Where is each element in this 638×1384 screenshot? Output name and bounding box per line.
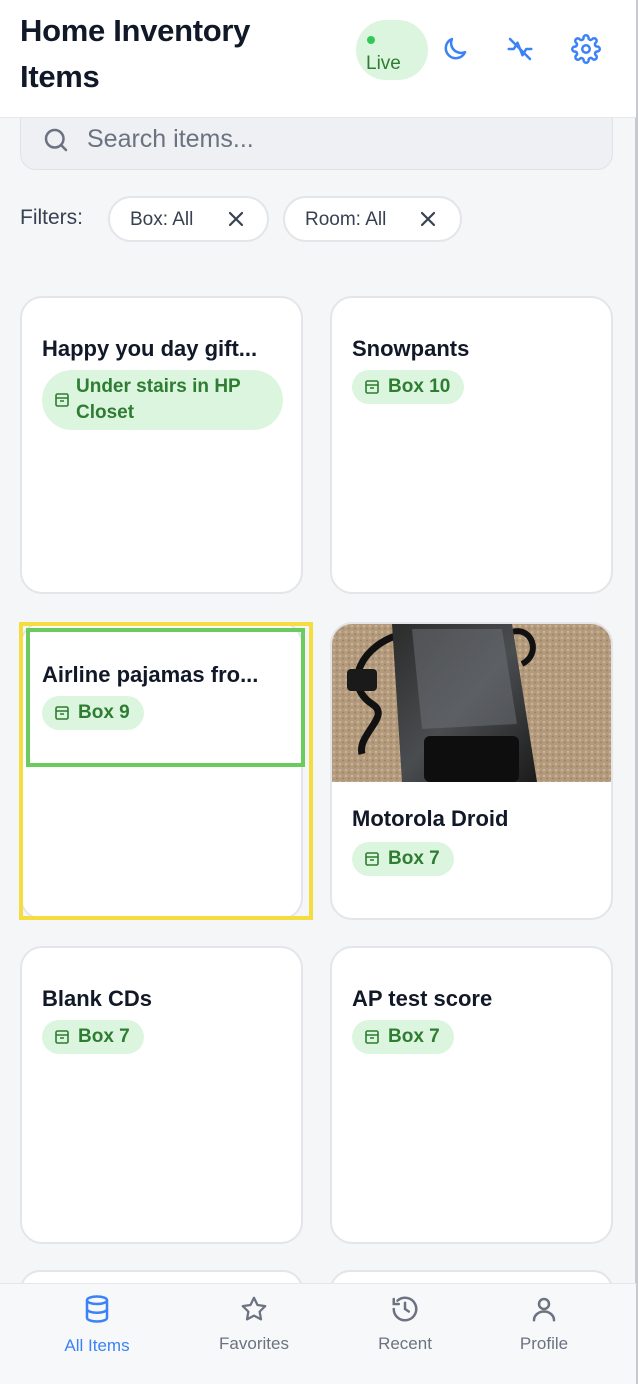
bottom-navigation: All Items Favorites Recent Profile <box>0 1283 636 1384</box>
location-badge: Box 10 <box>352 370 465 404</box>
app-header: Home Inventory Items Live <box>0 0 636 118</box>
filters-label: Filters: <box>20 206 83 229</box>
location-label: Box 7 <box>388 848 440 869</box>
chip-label: Room: All <box>305 209 387 230</box>
database-icon <box>85 1295 109 1323</box>
location-label: Under stairs in HP Closet <box>76 376 241 423</box>
nav-profile[interactable]: Profile <box>489 1284 599 1384</box>
nav-favorites[interactable]: Favorites <box>199 1284 309 1384</box>
item-title: Snowpants <box>352 336 470 361</box>
room-filter-chip[interactable]: Room: All <box>283 196 462 242</box>
location-label: Box 10 <box>388 376 451 397</box>
user-icon <box>532 1297 556 1322</box>
item-title: Happy you day gift... <box>42 336 258 361</box>
box-icon <box>55 393 69 407</box>
close-icon[interactable] <box>224 207 248 231</box>
box-icon <box>55 1030 69 1044</box>
moon-icon[interactable] <box>440 34 470 64</box>
item-title: AP test score <box>352 986 493 1011</box>
box-icon <box>365 380 379 394</box>
live-status-badge: Live <box>356 20 428 80</box>
chip-label: Box: All <box>130 209 194 230</box>
search-icon <box>44 128 68 152</box>
nav-recent[interactable]: Recent <box>350 1284 460 1384</box>
nav-label: Recent <box>378 1334 432 1353</box>
box-icon <box>365 852 379 866</box>
item-title: Motorola Droid <box>352 806 509 831</box>
close-icon[interactable] <box>416 207 440 231</box>
nav-label: Favorites <box>219 1334 289 1353</box>
location-label: Box 7 <box>78 1026 130 1047</box>
nav-label: All Items <box>64 1336 130 1355</box>
gear-icon[interactable] <box>571 34 601 64</box>
location-badge: Box 7 <box>42 1020 144 1054</box>
live-dot-icon <box>367 36 375 44</box>
item-card[interactable]: Snowpants Box 10 <box>330 296 613 594</box>
location-badge: Box 7 <box>352 842 454 876</box>
item-card[interactable]: AP test score Box 7 <box>330 946 613 1244</box>
location-label: Box 7 <box>388 1026 440 1047</box>
page-title: Home Inventory Items <box>20 13 251 94</box>
live-label: Live <box>366 53 401 74</box>
box-filter-chip[interactable]: Box: All <box>108 196 269 242</box>
item-card[interactable]: Motorola Droid Box 7 <box>330 622 613 920</box>
star-icon <box>241 1296 267 1321</box>
highlight-outline <box>26 628 305 767</box>
location-badge: Box 7 <box>352 1020 454 1054</box>
item-photo <box>332 624 611 782</box>
search-input[interactable] <box>87 119 587 159</box>
history-icon <box>392 1296 418 1322</box>
nav-label: Profile <box>519 1334 569 1353</box>
search-bar[interactable] <box>20 110 613 170</box>
box-icon <box>365 1030 379 1044</box>
sync-off-icon[interactable] <box>505 34 535 64</box>
item-card[interactable]: Blank CDs Box 7 <box>20 946 303 1244</box>
location-badge: Under stairs in HP Closet <box>42 370 283 430</box>
item-card[interactable]: Happy you day gift... Under stairs in HP… <box>20 296 303 594</box>
nav-all-items[interactable]: All Items <box>42 1284 152 1384</box>
item-title: Blank CDs <box>42 986 153 1011</box>
